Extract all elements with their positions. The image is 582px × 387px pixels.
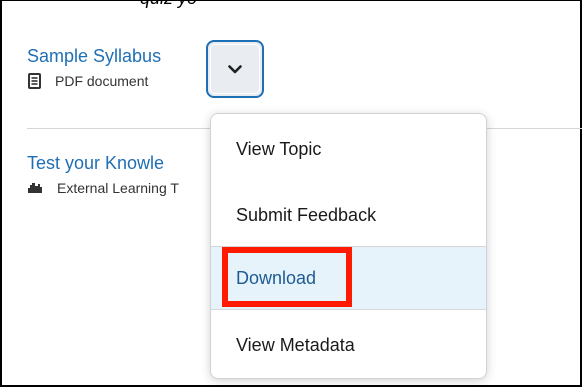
topic-title-link[interactable]: Test your Knowle: [27, 153, 179, 174]
topic-options-button[interactable]: [206, 40, 264, 98]
topic-options-menu: View Topic Submit Feedback Download View…: [210, 113, 487, 379]
top-edge: [0, 0, 582, 1]
topic-meta: External Learning T: [27, 180, 179, 196]
topic-title-link[interactable]: Sample Syllabus: [27, 46, 161, 67]
topic-meta: PDF document: [27, 73, 161, 89]
topic-sample-syllabus: Sample Syllabus PDF document: [27, 46, 161, 89]
topic-type-label: External Learning T: [57, 180, 179, 196]
chevron-down-icon: [228, 64, 242, 74]
menu-item-view-topic[interactable]: View Topic: [211, 114, 486, 184]
puzzle-icon: [27, 180, 43, 196]
document-icon: [27, 73, 41, 89]
topic-type-label: PDF document: [55, 73, 149, 89]
menu-item-submit-feedback[interactable]: Submit Feedback: [211, 184, 486, 246]
menu-item-download[interactable]: Download: [211, 246, 486, 309]
cut-off-heading: quiz yo: [140, 0, 197, 9]
menu-item-view-metadata[interactable]: View Metadata: [211, 309, 486, 378]
topic-test-your-knowledge: Test your Knowle External Learning T: [27, 153, 179, 196]
